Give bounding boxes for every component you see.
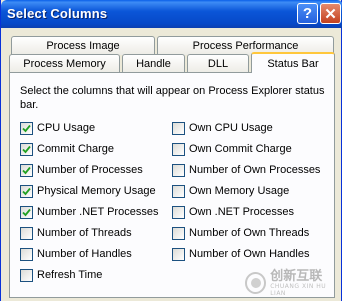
checkbox-label: Commit Charge — [37, 143, 115, 155]
checkbox-checked-icon[interactable] — [20, 184, 33, 198]
checkbox-checked-icon[interactable] — [20, 163, 33, 177]
checkbox-number-of-handles[interactable]: Number of Handles — [20, 246, 132, 262]
checkbox-number-net-processes[interactable]: Number .NET Processes — [20, 204, 158, 220]
help-icon: ? — [302, 5, 313, 22]
checkbox-label: Number of Processes — [37, 164, 143, 176]
tab-status-bar[interactable]: Status Bar — [251, 52, 335, 73]
close-icon: ✕ — [324, 5, 337, 23]
checkbox-unchecked-icon[interactable] — [172, 184, 185, 198]
tab-process-memory[interactable]: Process Memory — [9, 54, 120, 73]
checkbox-label: Own .NET Processes — [189, 206, 294, 218]
tab-label: Process Memory — [23, 58, 106, 70]
checkbox-unchecked-icon[interactable] — [172, 205, 185, 219]
checkbox-unchecked-icon[interactable] — [20, 247, 33, 261]
checkbox-label: CPU Usage — [37, 122, 96, 134]
panel-description: Select the columns that will appear on P… — [20, 85, 325, 111]
watermark-logo-icon — [245, 272, 267, 294]
checkbox-checked-icon[interactable] — [20, 142, 33, 156]
tab-label: Process Performance — [192, 40, 299, 52]
help-button[interactable]: ? — [297, 3, 318, 24]
select-columns-dialog: Select Columns ? ✕ Process Image Process… — [0, 0, 342, 301]
checkbox-unchecked-icon[interactable] — [20, 268, 33, 282]
tab-label: Status Bar — [267, 57, 319, 70]
checkbox-own-memory-usage[interactable]: Own Memory Usage — [172, 183, 289, 199]
checkbox-label: Own CPU Usage — [189, 122, 273, 134]
checkbox-label: Refresh Time — [37, 269, 103, 281]
tab-handle[interactable]: Handle — [122, 54, 185, 73]
tab-dll[interactable]: DLL — [187, 54, 249, 73]
checkbox-unchecked-icon[interactable] — [172, 142, 185, 156]
checkbox-number-of-own-handles[interactable]: Number of Own Handles — [172, 246, 309, 262]
checkbox-label: Own Commit Charge — [189, 143, 292, 155]
checkbox-unchecked-icon[interactable] — [172, 247, 185, 261]
tab-label: Handle — [136, 58, 171, 70]
checkbox-label: Number .NET Processes — [37, 206, 159, 218]
checkbox-label: Number of Threads — [37, 227, 132, 239]
checkbox-checked-icon[interactable] — [20, 205, 33, 219]
checkbox-unchecked-icon[interactable] — [20, 226, 33, 240]
checkbox-unchecked-icon[interactable] — [172, 121, 185, 135]
checkbox-own-cpu-usage[interactable]: Own CPU Usage — [172, 120, 273, 136]
watermark: 创新互联 CHUANG XIN HU LIAN — [245, 267, 341, 299]
checkbox-unchecked-icon[interactable] — [172, 163, 185, 177]
watermark-subtext: CHUANG XIN HU LIAN — [270, 282, 327, 297]
checkbox-label: Own Memory Usage — [189, 185, 290, 197]
watermark-text: 创新互联 — [270, 268, 323, 284]
checkbox-own-commit-charge[interactable]: Own Commit Charge — [172, 141, 292, 157]
tab-process-image[interactable]: Process Image — [11, 36, 155, 55]
checkbox-checked-icon[interactable] — [20, 121, 33, 135]
checkbox-label: Number of Own Handles — [189, 248, 310, 260]
title-bar[interactable]: Select Columns ? ✕ — [1, 0, 342, 28]
checkbox-label: Physical Memory Usage — [37, 185, 156, 197]
checkbox-physical-memory-usage[interactable]: Physical Memory Usage — [20, 183, 156, 199]
checkbox-number-of-threads[interactable]: Number of Threads — [20, 225, 132, 241]
checkbox-number-of-processes[interactable]: Number of Processes — [20, 162, 143, 178]
checkbox-cpu-usage[interactable]: CPU Usage — [20, 120, 95, 136]
checkbox-number-of-own-processes[interactable]: Number of Own Processes — [172, 162, 320, 178]
close-button[interactable]: ✕ — [320, 3, 341, 24]
tab-label: Process Image — [46, 40, 120, 52]
checkbox-refresh-time[interactable]: Refresh Time — [20, 267, 102, 283]
checkbox-unchecked-icon[interactable] — [172, 226, 185, 240]
status-bar-panel: Select the columns that will appear on P… — [9, 72, 335, 298]
tab-label: DLL — [207, 58, 229, 70]
checkbox-commit-charge[interactable]: Commit Charge — [20, 141, 114, 157]
checkbox-label: Number of Own Processes — [189, 164, 321, 176]
checkbox-label: Number of Handles — [37, 248, 132, 260]
checkbox-label: Number of Own Threads — [189, 227, 310, 239]
checkbox-own-net-processes[interactable]: Own .NET Processes — [172, 204, 294, 220]
window-title: Select Columns — [7, 6, 108, 21]
checkbox-number-of-own-threads[interactable]: Number of Own Threads — [172, 225, 309, 241]
